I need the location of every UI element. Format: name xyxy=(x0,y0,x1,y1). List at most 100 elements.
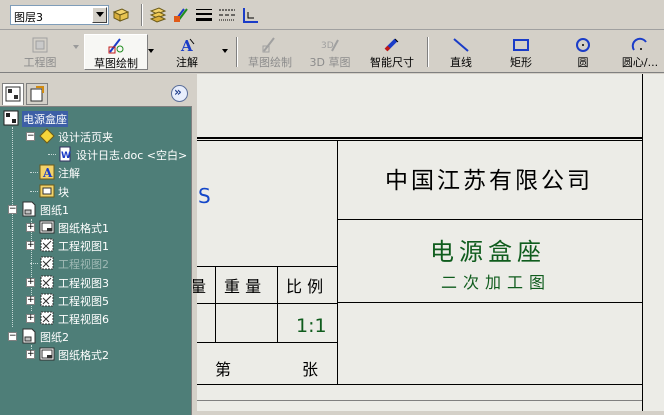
cmd-centerpoint-arc[interactable]: 圆心/... xyxy=(616,34,664,70)
tree-item-label: 块 xyxy=(58,185,69,199)
sheet-total-label: 张 xyxy=(302,360,319,379)
tree-item-label: 工程视图1 xyxy=(58,240,109,254)
feature-tree-icon xyxy=(5,86,21,102)
collapse-icon[interactable]: − xyxy=(26,131,35,141)
tree-root-label: 电源盒座 xyxy=(22,111,68,127)
drawing-view-icon xyxy=(40,256,54,270)
3d-sketch-icon: 3D xyxy=(321,39,339,52)
line-color-icon[interactable] xyxy=(172,6,190,24)
collapse-icon[interactable]: − xyxy=(8,204,17,214)
feature-manager-panel: » 电源盒座 − 设计活页夹 W 设计日志.doc <空白> A 注解块 − 图纸1 + 图纸格式… xyxy=(0,81,192,415)
drawing-view-icon xyxy=(40,238,54,252)
sketch-icon xyxy=(108,38,124,54)
chevron-down-icon[interactable] xyxy=(73,45,79,49)
expand-icon[interactable]: + xyxy=(26,240,35,251)
tree-item[interactable]: A 注解 xyxy=(0,163,192,181)
tab-feature-tree[interactable] xyxy=(2,83,24,105)
svg-text:W: W xyxy=(61,151,71,161)
cmd-rectangle[interactable]: 矩形 xyxy=(500,34,542,70)
tree-item[interactable]: W 设计日志.doc <空白> xyxy=(0,145,192,163)
cmd-sketch[interactable]: 草图绘制 xyxy=(84,34,148,70)
layer-properties-icon[interactable] xyxy=(112,6,130,24)
design-binder-icon xyxy=(39,128,55,144)
tree-root-item[interactable]: 电源盒座 xyxy=(0,109,192,127)
tree-item-label: 图纸格式1 xyxy=(58,222,109,235)
process-name: 二次加工图 xyxy=(441,273,552,292)
sheet-format-icon xyxy=(39,220,55,234)
chevron-down-icon[interactable] xyxy=(222,49,228,53)
annotation-icon: A xyxy=(39,164,55,180)
expand-icon[interactable]: + xyxy=(26,222,35,232)
cmd-line[interactable]: 直线 xyxy=(440,34,482,70)
part-name: 电源盒座 xyxy=(430,238,546,266)
collapse-icon[interactable]: − xyxy=(8,331,17,342)
layer-select[interactable]: 图层3 xyxy=(10,5,109,25)
drawing-view-icon xyxy=(40,311,54,325)
cmd-smart-dimension[interactable]: 智能尺寸 xyxy=(364,34,420,70)
expand-icon[interactable]: + xyxy=(26,349,35,360)
rectangle-icon xyxy=(513,39,529,51)
expand-icon[interactable]: + xyxy=(26,295,35,305)
tree-item-label: 工程视图5 xyxy=(58,294,109,308)
cmd-annotation[interactable]: A 注解 xyxy=(163,34,211,70)
tree-item[interactable]: − 图纸1 xyxy=(0,200,192,218)
cmd-circle[interactable]: 圆 xyxy=(562,34,604,70)
tree-item[interactable]: − 设计活页夹 xyxy=(0,127,192,145)
line-style-icon[interactable] xyxy=(218,6,236,24)
drawing-view-icon xyxy=(40,293,54,307)
cmd-label: 草图绘制 xyxy=(94,57,138,70)
scale-value: 1:1 xyxy=(296,315,327,337)
quantity-label: 量 xyxy=(193,277,207,296)
tree-item[interactable]: 块 xyxy=(0,182,192,200)
cmd-label: 3D 草图 xyxy=(309,56,351,69)
tree-item[interactable]: + 工程视图1 xyxy=(0,236,192,254)
cmd-label: 直线 xyxy=(450,56,472,69)
centerpoint-arc-icon xyxy=(631,37,647,51)
scale-label: 比 例 xyxy=(286,277,324,296)
cmd-sketch-2d[interactable]: 草图绘制 xyxy=(244,34,296,70)
tree-item[interactable]: + 工程视图6 xyxy=(0,309,192,327)
tree-item-label: 注解 xyxy=(58,167,80,181)
toolbar-separator xyxy=(141,4,143,26)
tree-item[interactable]: + 工程视图5 xyxy=(0,291,192,309)
smart-dimension-icon xyxy=(384,38,399,52)
tree-item-label: 工程视图6 xyxy=(58,313,109,326)
toolbar-separator xyxy=(427,37,429,67)
sheet-icon xyxy=(22,328,36,344)
cmd-3d-sketch[interactable]: 3D 3D 草图 xyxy=(306,34,354,70)
tree-item-label: 图纸2 xyxy=(40,331,69,345)
feature-manager-tabs: » xyxy=(0,81,192,107)
command-manager: 工程图 草图绘制 A 注解 草图绘制 3D 3D 草图 智能尺寸 直线 矩形 圆… xyxy=(0,31,664,73)
tree-item[interactable]: + 图纸格式1 xyxy=(0,218,192,236)
circle-icon xyxy=(576,38,590,52)
expand-icon[interactable]: + xyxy=(26,277,35,287)
layer-stack-icon[interactable] xyxy=(149,6,167,24)
drawing-canvas[interactable]: S 中国江苏有限公司 电源盒座 二次加工图 量 重 量 比 例 1:1 第 张 xyxy=(193,74,664,415)
word-document-icon: W xyxy=(59,146,71,162)
standard-toolbar: 图层3 xyxy=(0,0,664,30)
tree-item[interactable]: 工程视图2 xyxy=(0,254,192,272)
tree-item[interactable]: + 图纸格式2 xyxy=(0,345,192,363)
tree-item-label: 设计日志.doc <空白> xyxy=(76,149,188,163)
cmd-drawing[interactable]: 工程图 xyxy=(12,34,68,70)
sheet-number-label: 第 xyxy=(215,360,232,379)
chevron-down-icon[interactable] xyxy=(148,49,154,53)
tab-property-manager[interactable] xyxy=(26,83,48,105)
annotation-icon: A xyxy=(180,37,195,54)
expand-icon[interactable]: + xyxy=(26,313,35,323)
cmd-label: 圆 xyxy=(577,56,589,69)
sheet-format-icon xyxy=(39,347,55,361)
collapse-panel-button[interactable]: » xyxy=(171,85,188,102)
tree-item-label: 图纸格式2 xyxy=(58,349,109,363)
tree-item[interactable]: − 图纸2 xyxy=(0,327,192,345)
drawing-document-icon xyxy=(3,110,19,126)
line-icon xyxy=(453,38,469,52)
sheet-icon xyxy=(22,201,36,217)
tree-item[interactable]: + 工程视图3 xyxy=(0,273,192,291)
chevron-down-icon[interactable] xyxy=(92,7,107,23)
tree-item-label: 图纸1 xyxy=(40,203,69,217)
cmd-label: 工程图 xyxy=(23,56,57,69)
toolbar-separator xyxy=(236,37,238,67)
line-thickness-icon[interactable] xyxy=(195,6,213,24)
edge-display-icon[interactable] xyxy=(241,6,259,24)
